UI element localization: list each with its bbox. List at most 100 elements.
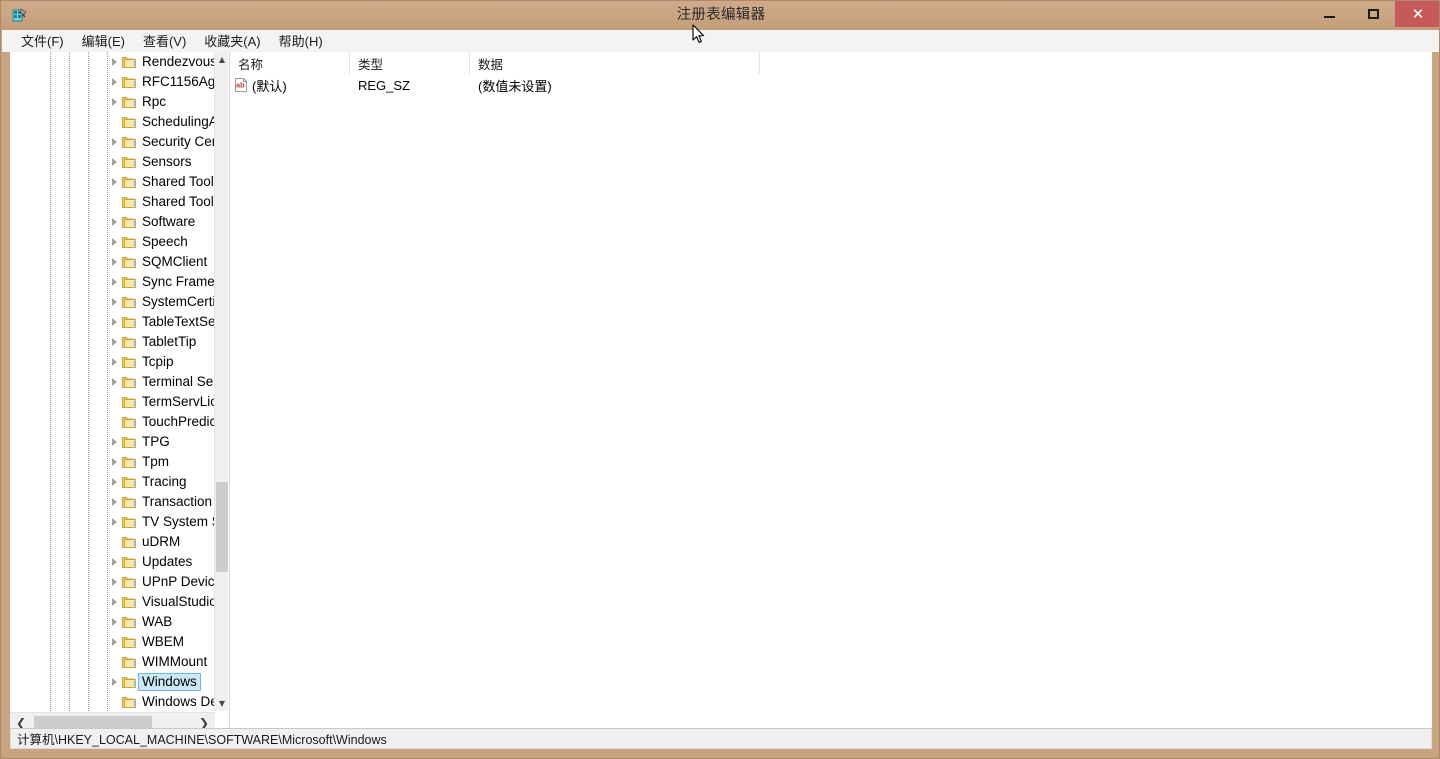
close-button[interactable]: ✕ bbox=[1395, 1, 1439, 27]
tree-item-tpg[interactable]: TPG bbox=[10, 432, 215, 452]
value-data-cell: (数值未设置) bbox=[478, 78, 552, 94]
tree-item-rpc[interactable]: Rpc bbox=[10, 92, 215, 112]
tree-item-windows-des[interactable]: Windows Des bbox=[10, 692, 215, 711]
menu-edit[interactable]: 编辑(E) bbox=[73, 29, 134, 53]
tree-item-schedulingag[interactable]: SchedulingAg bbox=[10, 112, 215, 132]
expand-chevron-icon[interactable] bbox=[107, 152, 121, 172]
tree-item-label: uDRM bbox=[142, 534, 181, 549]
tree-item-sensors[interactable]: Sensors bbox=[10, 152, 215, 172]
menu-favorites[interactable]: 收藏夹(A) bbox=[195, 29, 269, 53]
tree-item-rendezvousa[interactable]: RendezvousA bbox=[10, 52, 215, 72]
folder-icon bbox=[121, 332, 138, 352]
column-type[interactable]: 类型 bbox=[350, 52, 470, 74]
tree-item-touchpredict[interactable]: TouchPredict bbox=[10, 412, 215, 432]
expand-chevron-icon[interactable] bbox=[107, 312, 121, 332]
tree-item-security-cent[interactable]: Security Cent bbox=[10, 132, 215, 152]
tree-item-speech[interactable]: Speech bbox=[10, 232, 215, 252]
tree-item-tabletextser[interactable]: TableTextSer bbox=[10, 312, 215, 332]
tree-item-wbem[interactable]: WBEM bbox=[10, 632, 215, 652]
expand-chevron-icon[interactable] bbox=[107, 52, 121, 72]
tree-item-label: Updates bbox=[142, 554, 193, 569]
tree-item-sync-framew[interactable]: Sync Framew bbox=[10, 272, 215, 292]
expand-chevron-icon[interactable] bbox=[107, 92, 121, 112]
expand-chevron-icon[interactable] bbox=[107, 672, 121, 692]
maximize-button[interactable] bbox=[1351, 1, 1395, 27]
tree-item-upnp-device[interactable]: UPnP Device bbox=[10, 572, 215, 592]
menu-help[interactable]: 帮助(H) bbox=[270, 29, 332, 53]
expand-chevron-icon[interactable] bbox=[107, 292, 121, 312]
tree-item-label: TableTextSer bbox=[142, 314, 215, 329]
tree-item-tcpip[interactable]: Tcpip bbox=[10, 352, 215, 372]
tree-item-tablettip[interactable]: TabletTip bbox=[10, 332, 215, 352]
menu-file[interactable]: 文件(F) bbox=[12, 29, 73, 53]
string-value-icon: ab bbox=[234, 78, 248, 92]
column-data[interactable]: 数据 bbox=[470, 52, 760, 74]
tree-item-label: SQMClient bbox=[142, 254, 208, 269]
tree-vscroll-thumb[interactable] bbox=[216, 482, 228, 572]
expand-chevron-icon[interactable] bbox=[107, 572, 121, 592]
folder-icon bbox=[121, 52, 138, 72]
expand-chevron-icon[interactable] bbox=[107, 272, 121, 292]
values-list[interactable]: ab (默认) REG_SZ (数值未设置) bbox=[230, 74, 1432, 96]
tree-item-label: Tpm bbox=[142, 454, 169, 469]
expand-chevron-icon[interactable] bbox=[107, 632, 121, 652]
expand-chevron-icon[interactable] bbox=[107, 372, 121, 392]
expand-chevron-icon[interactable] bbox=[107, 432, 121, 452]
folder-icon bbox=[121, 72, 138, 92]
expand-chevron-icon[interactable] bbox=[107, 472, 121, 492]
folder-icon bbox=[121, 232, 138, 252]
expand-chevron-icon[interactable] bbox=[107, 332, 121, 352]
minimize-button[interactable] bbox=[1307, 1, 1351, 27]
tree-item-udrm[interactable]: uDRM bbox=[10, 532, 215, 552]
expand-chevron-icon[interactable] bbox=[107, 552, 121, 572]
expand-chevron-icon[interactable] bbox=[107, 172, 121, 192]
expand-chevron-icon[interactable] bbox=[107, 592, 121, 612]
tree-vertical-scrollbar[interactable]: ▲ ▼ bbox=[214, 52, 228, 711]
value-row[interactable]: ab (默认) REG_SZ (数值未设置) bbox=[230, 74, 1432, 96]
expand-chevron-icon[interactable] bbox=[107, 72, 121, 92]
tree-item-updates[interactable]: Updates bbox=[10, 552, 215, 572]
tree-item-terminal-serv[interactable]: Terminal Serv bbox=[10, 372, 215, 392]
tree-item-wab[interactable]: WAB bbox=[10, 612, 215, 632]
tree-item-windows[interactable]: Windows bbox=[10, 672, 215, 692]
folder-icon bbox=[121, 272, 138, 292]
tree-item-software[interactable]: Software bbox=[10, 212, 215, 232]
expand-chevron-icon[interactable] bbox=[107, 452, 121, 472]
tree-item-wimmount[interactable]: WIMMount bbox=[10, 652, 215, 672]
tree-item-label: Transaction S bbox=[142, 494, 215, 509]
tree-item-label: Speech bbox=[142, 234, 188, 249]
expand-chevron-icon[interactable] bbox=[107, 252, 121, 272]
tree-item-tracing[interactable]: Tracing bbox=[10, 472, 215, 492]
tree-item-termservlice[interactable]: TermServLice bbox=[10, 392, 215, 412]
folder-icon bbox=[121, 532, 138, 552]
tree-item-transaction-s[interactable]: Transaction S bbox=[10, 492, 215, 512]
tree-item-sqmclient[interactable]: SQMClient bbox=[10, 252, 215, 272]
registry-tree[interactable]: RendezvousA RFC1156Agen Rpc SchedulingAg Sec… bbox=[10, 52, 215, 711]
expand-chevron-icon[interactable] bbox=[107, 212, 121, 232]
tree-item-systemcertifi[interactable]: SystemCertifi bbox=[10, 292, 215, 312]
expand-chevron-icon[interactable] bbox=[107, 352, 121, 372]
title-bar[interactable]: 注册表编辑器 ✕ bbox=[1, 1, 1439, 30]
tree-item-rfc1156agen[interactable]: RFC1156Agen bbox=[10, 72, 215, 92]
tree-item-shared-tools[interactable]: Shared Tools bbox=[10, 192, 215, 212]
scroll-down-icon[interactable]: ▼ bbox=[215, 696, 229, 711]
expand-chevron-icon[interactable] bbox=[107, 512, 121, 532]
tree-item-shared-tools[interactable]: Shared Tools bbox=[10, 172, 215, 192]
tree-item-label: TabletTip bbox=[142, 334, 197, 349]
maximize-icon bbox=[1367, 9, 1379, 19]
expand-chevron-icon[interactable] bbox=[107, 612, 121, 632]
values-column-header: 名称 类型 数据 bbox=[230, 52, 1432, 74]
scroll-up-icon[interactable]: ▲ bbox=[215, 52, 229, 67]
expand-chevron-icon[interactable] bbox=[107, 132, 121, 152]
menu-view[interactable]: 查看(V) bbox=[134, 29, 195, 53]
tree-item-label: Sensors bbox=[142, 154, 192, 169]
tree-item-tpm[interactable]: Tpm bbox=[10, 452, 215, 472]
column-name[interactable]: 名称 bbox=[230, 52, 350, 74]
tree-item-tv-system-se[interactable]: TV System Se bbox=[10, 512, 215, 532]
tree-item-visualstudio[interactable]: VisualStudio bbox=[10, 592, 215, 612]
minimize-icon bbox=[1323, 16, 1335, 18]
expand-chevron-icon[interactable] bbox=[107, 232, 121, 252]
expand-chevron-icon[interactable] bbox=[107, 492, 121, 512]
